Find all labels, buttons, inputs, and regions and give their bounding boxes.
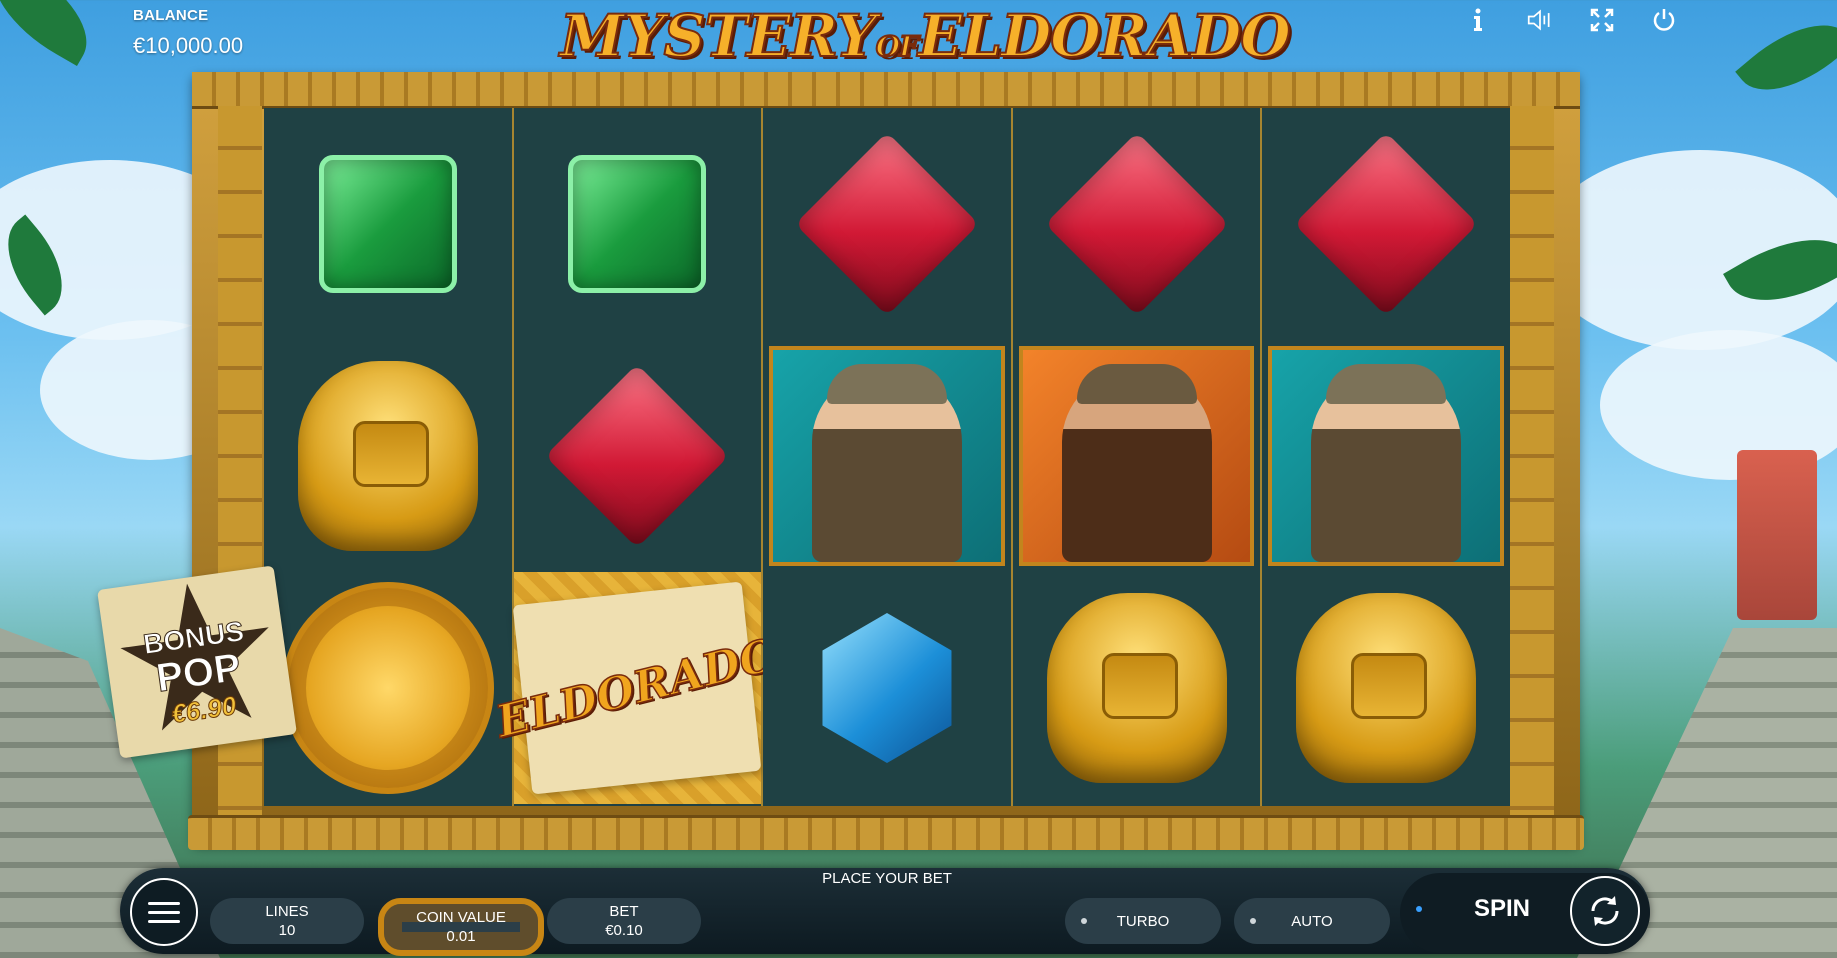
spin-indicator [1416, 906, 1422, 912]
symbol-gold-idol [1013, 572, 1261, 804]
symbol-green-gem [264, 108, 512, 340]
lines-selector[interactable]: LINES 10 [210, 898, 364, 944]
symbol-red-gem [1013, 108, 1261, 340]
reel-3 [763, 108, 1013, 806]
symbol-blue-gem [763, 572, 1011, 804]
symbol-red-gem [1262, 108, 1510, 340]
lines-value: 10 [278, 922, 296, 939]
top-toolbar [1465, 6, 1677, 34]
map-label: ELDORADO [491, 628, 784, 749]
reel-2: ELDORADO [491, 108, 784, 806]
sound-icon[interactable] [1527, 6, 1553, 34]
menu-button[interactable] [130, 878, 198, 946]
bonus-pop-badge: BONUS POP €6.90 [97, 565, 297, 759]
turbo-indicator [1081, 918, 1087, 924]
info-icon[interactable] [1465, 6, 1491, 34]
symbol-gold-idol [1262, 572, 1510, 804]
coin-value-selector[interactable]: COIN VALUE 0.01 [378, 898, 544, 956]
symbol-red-gem [514, 340, 762, 572]
symbol-eldorado-map: ELDORADO [491, 572, 784, 804]
refresh-icon [1591, 896, 1619, 926]
symbol-explorer-man [1013, 340, 1261, 572]
balance-label: BALANCE [133, 7, 209, 24]
symbol-explorer-woman [1262, 340, 1510, 572]
hamburger-icon [148, 901, 180, 905]
symbol-gold-idol [264, 340, 512, 572]
lines-label: LINES [265, 903, 309, 920]
bet-selector[interactable]: BET €0.10 [547, 898, 701, 944]
spin-button[interactable] [1570, 876, 1640, 946]
symbol-red-gem [763, 108, 1011, 340]
turbo-label: TURBO [1116, 912, 1170, 930]
spin-label: SPIN [1474, 895, 1531, 922]
coin-value-value: 0.01 [446, 928, 476, 945]
bet-label: BET [609, 903, 639, 920]
power-icon[interactable] [1651, 6, 1677, 34]
balance-value: €10,000.00 [133, 33, 244, 58]
bet-value: €0.10 [605, 922, 643, 939]
symbol-explorer-woman [763, 340, 1011, 572]
auto-label: AUTO [1291, 912, 1333, 930]
auto-toggle[interactable]: AUTO [1234, 898, 1390, 944]
reel-4 [1012, 108, 1263, 806]
fullscreen-icon[interactable] [1589, 6, 1615, 34]
reel-5 [1262, 108, 1510, 806]
symbol-gold-coin [264, 572, 512, 804]
balance-display: BALANCE €10,000.00 [133, 7, 243, 59]
reel-frame-top [192, 72, 1580, 109]
right-pillar [1510, 106, 1554, 816]
game-logo: MYSTERYOFELDORADO [559, 1, 1292, 71]
reel-1 [264, 108, 514, 806]
reel-grid: ELDORADO [264, 108, 1510, 806]
turbo-toggle[interactable]: TURBO [1065, 898, 1221, 944]
symbol-green-gem [514, 108, 762, 340]
reel-frame-bottom [188, 815, 1584, 850]
coin-value-label: COIN VALUE [416, 909, 506, 926]
auto-indicator [1250, 918, 1256, 924]
